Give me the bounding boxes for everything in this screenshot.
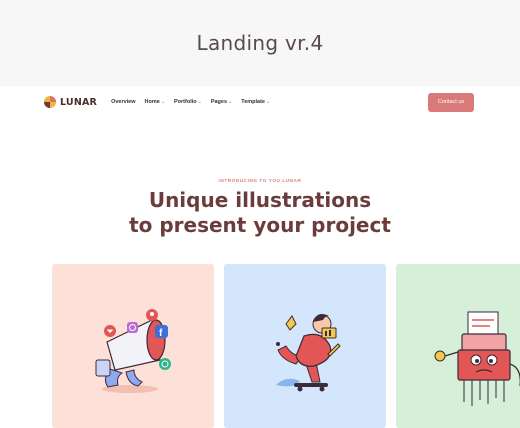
megaphone-illustration: f [95, 309, 171, 393]
menu-item-home[interactable]: Home ⌄ [145, 99, 165, 105]
chevron-down-icon: ⌄ [228, 99, 233, 105]
illustration-card-megaphone[interactable]: f [52, 264, 214, 428]
logo-text: LUNAR [60, 96, 98, 108]
template-banner: Landing vr.4 [0, 0, 520, 86]
shredder-illustration [434, 311, 520, 406]
main-menu: Overview Home ⌄ Portfolio ⌄ Pages ⌄ Templat… [111, 99, 270, 105]
hero-eyebrow: INTRODUCING TO YOU LUNAR [218, 178, 302, 183]
skateboarder-illustration [276, 314, 341, 392]
chevron-down-icon: ⌄ [197, 99, 202, 105]
landing-page-preview: LUNAR Overview Home ⌄ Portfolio ⌄ Pages ⌄ T… [0, 86, 520, 428]
top-navigation: LUNAR Overview Home ⌄ Portfolio ⌄ Pages ⌄ T… [44, 92, 474, 112]
headline-line-2: to present your project [129, 213, 391, 237]
chevron-down-icon: ⌄ [160, 99, 166, 105]
menu-item-portfolio[interactable]: Portfolio ⌄ [174, 99, 202, 105]
template-title: Landing vr.4 [196, 31, 324, 55]
illustration-card-skateboarder[interactable] [224, 264, 386, 428]
illustration-card-shredder[interactable] [396, 264, 520, 428]
menu-item-overview[interactable]: Overview [111, 99, 135, 105]
hero-headline: Unique illustrations to present your pro… [0, 188, 520, 238]
menu-item-template[interactable]: Template ⌄ [241, 99, 270, 105]
chevron-down-icon: ⌄ [266, 99, 271, 105]
contact-us-button[interactable]: Contact us [428, 92, 474, 112]
lunar-logo-icon [44, 96, 56, 108]
logo[interactable]: LUNAR [44, 96, 97, 108]
menu-item-pages[interactable]: Pages ⌄ [211, 99, 232, 105]
headline-line-1: Unique illustrations [148, 188, 372, 212]
